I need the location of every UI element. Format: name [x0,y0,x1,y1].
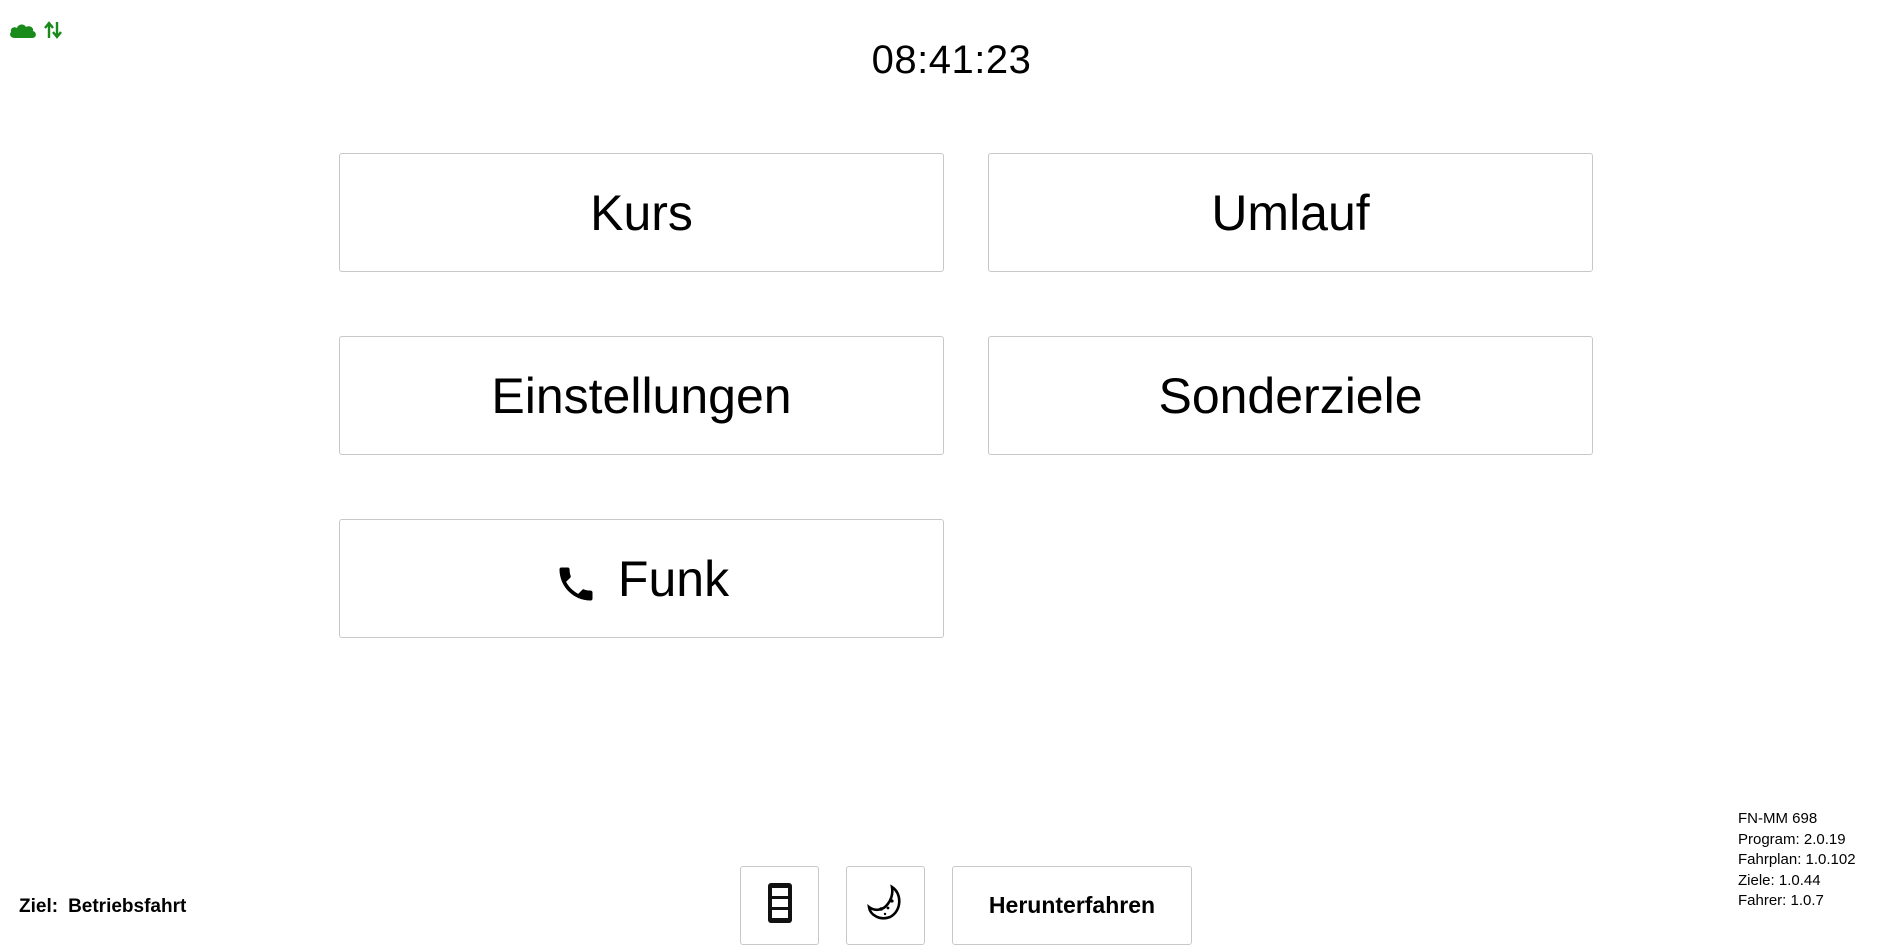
umlauf-label: Umlauf [1211,184,1370,241]
funk-button[interactable]: Funk [339,519,944,638]
display-panel-icon [766,881,794,930]
ziel-label: Ziel: [19,896,59,917]
night-mode-button[interactable] [846,866,925,945]
ziel-value: Betriebsfahrt [68,896,187,917]
moon-icon [866,883,906,928]
program-version: Program: 2.0.19 [1738,830,1846,848]
sonderziele-label: Sonderziele [1158,367,1423,424]
vehicle-id: FN-MM 698 [1738,810,1818,827]
umlauf-button[interactable]: Umlauf [988,153,1593,272]
version-info: FN-MM 698 Program: 2.0.19 Fahrplan: 1.0.… [1738,809,1856,912]
display-button[interactable] [740,866,819,945]
einstellungen-label: Einstellungen [491,367,792,424]
shutdown-button[interactable]: Herunterfahren [952,866,1192,945]
sonderziele-button[interactable]: Sonderziele [988,336,1593,455]
shutdown-label: Herunterfahren [988,892,1156,918]
kurs-label: Kurs [590,184,693,241]
funk-label: Funk [617,550,730,607]
einstellungen-button[interactable]: Einstellungen [339,336,944,455]
kurs-button[interactable]: Kurs [339,153,944,272]
ziele-version: Ziele: 1.0.44 [1738,871,1821,889]
destination-display: Ziel: Betriebsfahrt [19,896,186,918]
phone-icon [554,560,598,604]
fahrplan-version: Fahrplan: 1.0.102 [1738,851,1856,868]
fahrer-version: Fahrer: 1.0.7 [1738,892,1824,909]
clock: 08:41:23 [871,38,1032,82]
